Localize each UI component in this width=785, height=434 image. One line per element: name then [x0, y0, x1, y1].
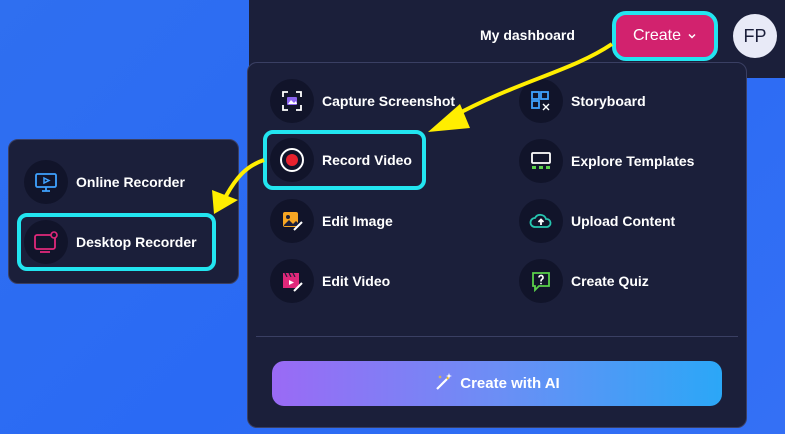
submenu-item-label: Desktop Recorder [76, 234, 197, 250]
image-edit-icon [270, 199, 314, 243]
menu-item-label: Storyboard [571, 93, 646, 109]
my-dashboard-link[interactable]: My dashboard [480, 27, 575, 43]
avatar[interactable]: FP [733, 14, 777, 58]
menu-item-record-video[interactable]: Record Video [263, 130, 426, 190]
desktop-record-icon [24, 220, 68, 264]
cloud-upload-icon [519, 199, 563, 243]
storyboard-icon [519, 79, 563, 123]
submenu-item-label: Online Recorder [76, 174, 185, 190]
menu-item-label: Upload Content [571, 213, 676, 229]
create-button[interactable]: Create [612, 11, 718, 61]
menu-item-capture-screenshot[interactable]: Capture Screenshot [270, 76, 455, 126]
chevron-down-icon [687, 31, 697, 44]
menu-item-explore-templates[interactable]: Explore Templates [519, 136, 694, 186]
video-edit-icon [270, 259, 314, 303]
menu-item-storyboard[interactable]: Storyboard [519, 76, 646, 126]
menu-item-edit-video[interactable]: Edit Video [270, 256, 390, 306]
templates-icon [519, 139, 563, 183]
submenu-item-desktop-recorder[interactable]: Desktop Recorder [17, 213, 216, 271]
record-icon [270, 138, 314, 182]
quiz-icon [519, 259, 563, 303]
menu-item-label: Explore Templates [571, 153, 695, 169]
menu-item-edit-image[interactable]: Edit Image [270, 196, 393, 246]
menu-item-label: Record Video [322, 152, 412, 168]
submenu-item-online-recorder[interactable]: Online Recorder [24, 157, 185, 207]
menu-item-upload-content[interactable]: Upload Content [519, 196, 675, 246]
create-button-label: Create [632, 27, 682, 44]
menu-item-label: Edit Image [322, 213, 393, 229]
create-with-ai-label: Create with AI [460, 375, 560, 392]
monitor-play-icon [24, 160, 68, 204]
menu-divider [256, 336, 738, 337]
menu-item-label: Capture Screenshot [322, 93, 456, 109]
screenshot-icon [270, 79, 314, 123]
menu-item-label: Edit Video [322, 273, 391, 289]
create-with-ai-button[interactable]: Create with AI [272, 361, 722, 406]
magic-wand-icon [434, 372, 454, 396]
menu-item-create-quiz[interactable]: Create Quiz [519, 256, 649, 306]
menu-item-label: Create Quiz [571, 273, 649, 289]
